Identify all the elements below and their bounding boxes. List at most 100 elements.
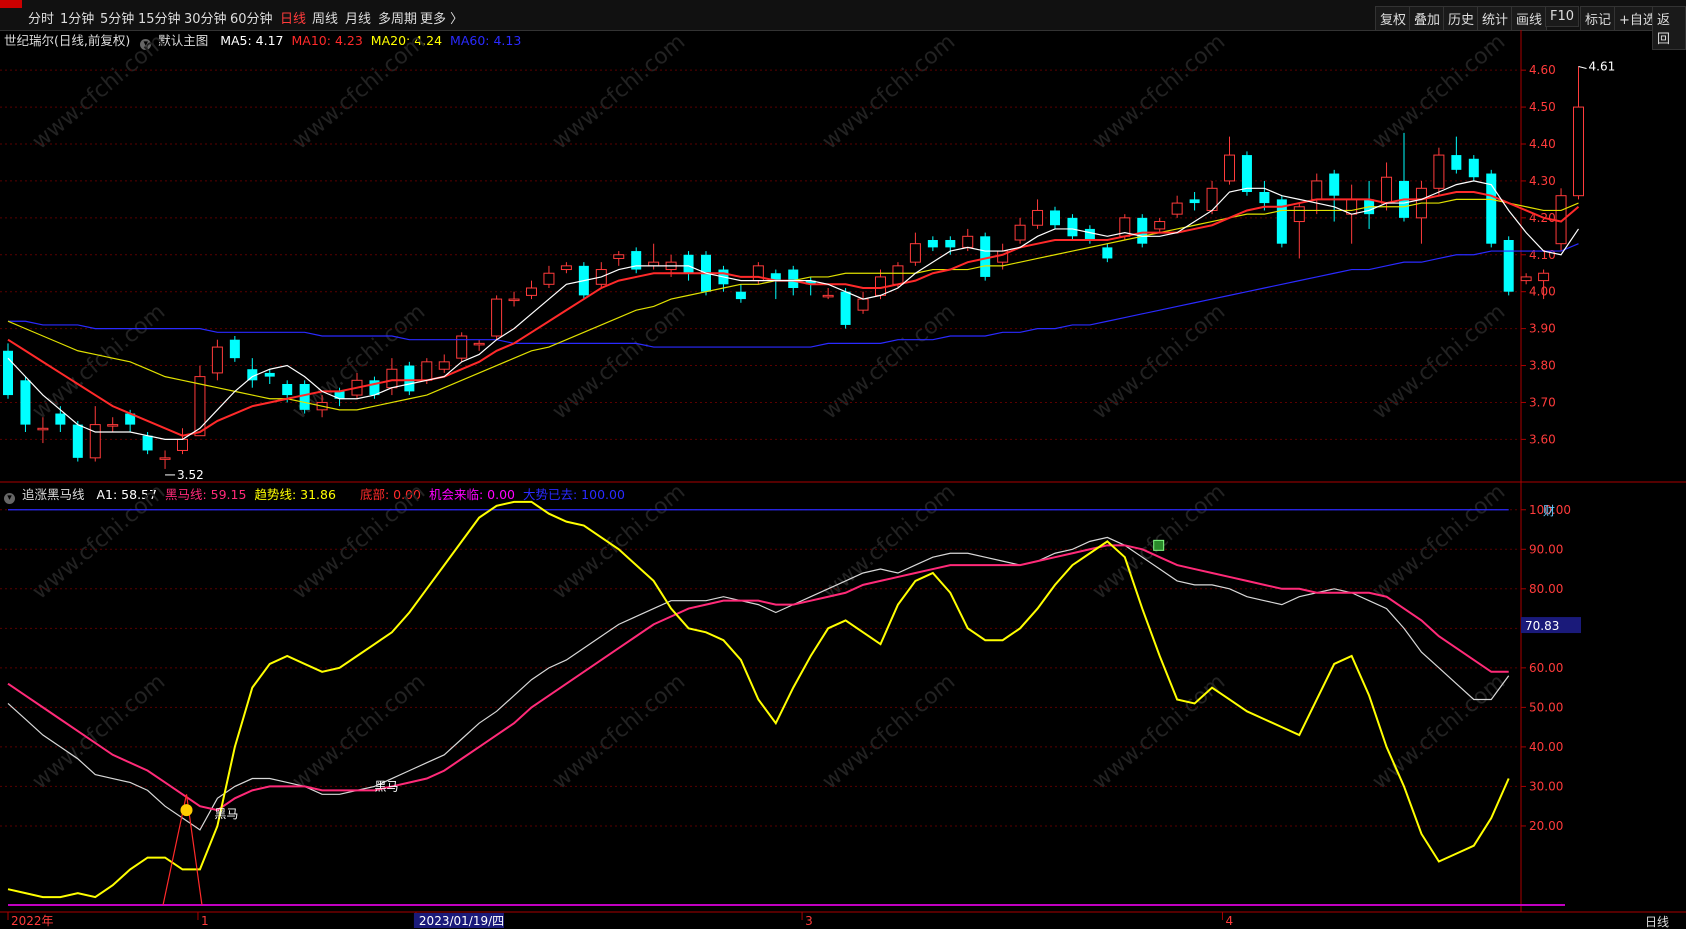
watermark-text: www.cfchi.com: [548, 29, 690, 154]
watermark-text: www.cfchi.com: [548, 669, 690, 794]
high-price-label: 4.61: [1589, 59, 1616, 73]
y-tick-label: 20.00: [1529, 819, 1563, 833]
watermark-text: www.cfchi.com: [1368, 479, 1510, 604]
candle-body: [875, 276, 886, 296]
candle-body: [1137, 217, 1148, 244]
candle-body: [142, 435, 153, 451]
candle-body: [438, 361, 450, 370]
candle-body: [840, 291, 851, 325]
y-tick-label: 4.60: [1529, 63, 1556, 77]
signal-square-icon: [1153, 539, 1165, 551]
candle-body: [788, 269, 799, 288]
watermark-text: www.cfchi.com: [1088, 29, 1230, 154]
candle-body: [1050, 210, 1060, 226]
candle-body: [508, 298, 520, 302]
y-tick-label: 4.30: [1529, 174, 1556, 188]
stock-chart[interactable]: www.cfchi.com www.cfchi.com www.cfchi.com w…: [0, 0, 1686, 929]
y-tick-label: 90.00: [1529, 542, 1563, 556]
candle-body: [1032, 209, 1044, 226]
series-line-黑马线: [7, 544, 1509, 812]
current-value-text: 70.83: [1525, 619, 1559, 633]
low-price-label: 3.52: [177, 468, 204, 482]
period-label: 日线: [1645, 915, 1669, 929]
candle-body: [1259, 192, 1270, 204]
candle-body: [229, 339, 240, 359]
y-tick-label: 4.40: [1529, 137, 1556, 151]
candle-body: [857, 298, 869, 311]
finance-marker: 财: [1543, 504, 1555, 518]
candle-body: [89, 424, 101, 459]
candle-body: [1451, 155, 1462, 170]
candle-body: [1329, 173, 1340, 196]
candle-body: [927, 240, 938, 248]
candle-body: [909, 243, 921, 263]
candle-body: [107, 424, 119, 427]
candle-body: [37, 427, 49, 431]
candle-body: [386, 368, 398, 389]
watermark-text: www.cfchi.com: [818, 479, 960, 604]
candle-body: [299, 384, 310, 410]
high-pointer: [1578, 65, 1587, 69]
candle-body: [473, 342, 485, 346]
candle-body: [177, 438, 188, 451]
candle-body: [20, 380, 31, 425]
y-tick-label: 3.60: [1529, 432, 1556, 446]
y-tick-label: 4.00: [1529, 285, 1556, 299]
blackhorse-label: 黑马: [374, 779, 398, 793]
candle-body: [3, 350, 13, 396]
y-tick-label: 60.00: [1529, 661, 1563, 675]
y-tick-label: 3.80: [1529, 359, 1556, 373]
candle-body: [1538, 272, 1550, 282]
ma10-line: [7, 191, 1580, 437]
candle-body: [1503, 240, 1514, 292]
blackhorse-signal-icon: [180, 804, 193, 817]
candle-body: [194, 376, 206, 437]
watermark-text: www.cfchi.com: [1088, 669, 1230, 794]
candle-body: [1241, 155, 1252, 192]
watermark-text: www.cfchi.com: [548, 479, 690, 604]
candle-body: [613, 254, 625, 259]
candle-body: [491, 298, 503, 337]
candle-body: [421, 361, 433, 381]
candle-body: [892, 265, 904, 285]
blackhorse-label: 黑马: [214, 807, 238, 821]
candle-body: [1573, 106, 1584, 197]
y-tick-label: 3.70: [1529, 395, 1556, 409]
x-tick-label: 2023/01/19/四: [419, 914, 504, 928]
watermark-text: www.cfchi.com: [548, 299, 690, 424]
watermark-text: www.cfchi.com: [818, 299, 960, 424]
watermark-text: www.cfchi.com: [28, 479, 170, 604]
candle-body: [945, 240, 956, 248]
ma5-line: [7, 180, 1579, 440]
candle-body: [683, 254, 694, 274]
candle-body: [1311, 180, 1323, 200]
candle-body: [1154, 221, 1166, 230]
watermark-text: www.cfchi.com: [1088, 299, 1230, 424]
x-tick-label: 4: [1225, 914, 1233, 928]
watermark-text: www.cfchi.com: [1368, 29, 1510, 154]
watermark-text: www.cfchi.com: [818, 669, 960, 794]
candle-body: [1014, 224, 1026, 241]
candle-body: [1520, 276, 1532, 282]
series-line-A1: [7, 536, 1510, 831]
candle-body: [1171, 202, 1183, 215]
x-tick-label: 2022年: [11, 914, 54, 928]
y-tick-label: 4.50: [1529, 100, 1556, 114]
watermark-text: www.cfchi.com: [28, 29, 170, 154]
candle-body: [55, 413, 66, 425]
watermark-text: www.cfchi.com: [818, 29, 960, 154]
watermark-text: www.cfchi.com: [288, 29, 430, 154]
candle-body: [264, 372, 275, 377]
y-tick-label: 3.90: [1529, 322, 1556, 336]
watermark-text: www.cfchi.com: [1368, 299, 1510, 424]
y-tick-label: 30.00: [1529, 779, 1563, 793]
candle-body: [560, 265, 572, 271]
candle-body: [211, 346, 223, 374]
watermark-text: www.cfchi.com: [288, 479, 430, 604]
candle-body: [962, 235, 974, 248]
candle-body: [1433, 154, 1445, 189]
watermark-text: www.cfchi.com: [288, 669, 430, 794]
watermark-text: www.cfchi.com: [28, 299, 170, 424]
candle-body: [404, 365, 415, 392]
candle-body: [1346, 198, 1358, 215]
